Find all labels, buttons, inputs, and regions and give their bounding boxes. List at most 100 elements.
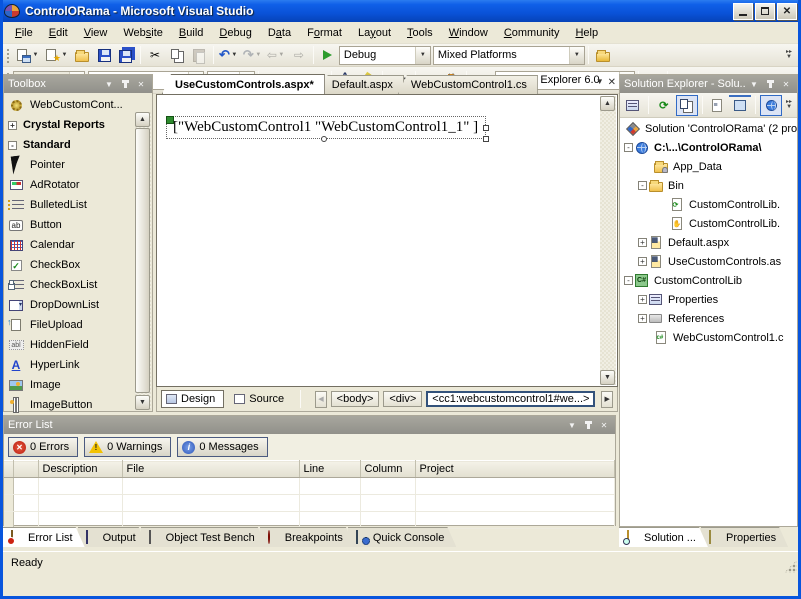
tab-webcustomcontrol1-cs[interactable]: WebCustomControl1.cs: [398, 75, 538, 94]
resize-grip[interactable]: [784, 560, 797, 573]
menu-item-website[interactable]: Website: [115, 24, 171, 42]
tab-object-test-bench[interactable]: Object Test Bench: [141, 527, 267, 547]
toolbox-group-standard[interactable]: -Standard: [4, 135, 134, 155]
toolbox-item-pointer[interactable]: Pointer: [4, 155, 134, 175]
design-view-button[interactable]: Design: [161, 390, 224, 408]
save-all-button[interactable]: [115, 45, 137, 66]
close-button[interactable]: ✕: [777, 3, 797, 20]
title-bar[interactable]: ControlORama - Microsoft Visual Studio ✕: [0, 0, 801, 22]
toolbox-item-checkbox[interactable]: ✓CheckBox: [4, 255, 134, 275]
close-icon[interactable]: ✕: [597, 419, 611, 432]
toolbox-item-fileupload[interactable]: FileUpload: [4, 315, 134, 335]
menu-item-layout[interactable]: Layout: [350, 24, 399, 42]
view-code-button[interactable]: ≡: [707, 95, 729, 116]
save-button[interactable]: [93, 45, 115, 66]
errors-filter-button[interactable]: ✕0 Errors: [8, 437, 78, 457]
maximize-button[interactable]: [755, 3, 775, 20]
add-new-item-button[interactable]: ★▼: [42, 45, 71, 66]
refresh-button[interactable]: ⟳: [653, 95, 675, 116]
cut-button[interactable]: ✂: [144, 45, 166, 66]
tag-navigator-left-icon[interactable]: ◀: [315, 391, 327, 408]
start-debugging-button[interactable]: [317, 45, 339, 66]
toolbox-group-crystal-reports[interactable]: +Crystal Reports: [4, 115, 134, 135]
toolbar-overflow-button[interactable]: ▸▸▼: [783, 50, 795, 60]
navigate-forward-button[interactable]: ⇨: [288, 45, 310, 66]
find-in-files-button[interactable]: [592, 45, 614, 66]
tree-item-references[interactable]: +References: [620, 309, 797, 328]
document-list-dropdown-icon[interactable]: ▼: [596, 77, 604, 88]
pin-icon[interactable]: [763, 78, 777, 91]
toolbox-item-webcustomcontrol[interactable]: WebCustomCont...: [4, 95, 134, 115]
line-header[interactable]: Line: [299, 461, 360, 478]
toolbar-grip[interactable]: [5, 47, 10, 62]
toolbox-caption[interactable]: Toolbox ▼ ✕: [4, 75, 152, 93]
tree-item-customcontrollib-project[interactable]: -C#CustomControlLib: [620, 271, 797, 290]
tree-item-customcontrollib-pdb[interactable]: ✋CustomControlLib.: [620, 214, 797, 233]
paste-button[interactable]: [188, 45, 210, 66]
menu-item-help[interactable]: Help: [567, 24, 606, 42]
toolbox-item-hiddenfield[interactable]: ablHiddenField: [4, 335, 134, 355]
toolbox-item-adrotator[interactable]: AdRotator: [4, 175, 134, 195]
aspnet-configuration-button[interactable]: [760, 95, 782, 116]
messages-filter-button[interactable]: i0 Messages: [177, 437, 267, 457]
toolbox-item-image[interactable]: Image: [4, 375, 134, 395]
menu-item-view[interactable]: View: [76, 24, 116, 42]
close-document-icon[interactable]: ✕: [608, 77, 616, 88]
copy-button[interactable]: [166, 45, 188, 66]
menu-item-format[interactable]: Format: [299, 24, 350, 42]
redo-button[interactable]: ↷▼: [241, 45, 265, 66]
tree-item-properties[interactable]: +Properties: [620, 290, 797, 309]
properties-pages-button[interactable]: [622, 95, 644, 116]
solution-explorer-caption[interactable]: Solution Explorer - Solu... ▼ ✕: [620, 75, 797, 93]
minimize-button[interactable]: [733, 3, 753, 20]
open-file-button[interactable]: [71, 45, 93, 66]
toolbox-item-checkboxlist[interactable]: CheckBoxList: [4, 275, 134, 295]
scroll-down-icon[interactable]: ▼: [600, 370, 615, 385]
menu-item-edit[interactable]: Edit: [41, 24, 76, 42]
resize-handle[interactable]: [483, 125, 489, 131]
design-surface[interactable]: ["WebCustomControl1 "WebCustomControl1_1…: [156, 94, 618, 387]
window-position-icon[interactable]: ▼: [102, 78, 116, 91]
tab-properties[interactable]: Properties: [701, 527, 788, 547]
menu-item-build[interactable]: Build: [171, 24, 211, 42]
tab-output[interactable]: Output: [78, 527, 148, 547]
tab-solution-explorer[interactable]: Solution ...: [619, 527, 708, 547]
webcustomcontrol-design-instance[interactable]: ["WebCustomControl1 "WebCustomControl1_1…: [166, 116, 486, 139]
tree-item-webcustomcontrol1-cs[interactable]: c#WebCustomControl1.c: [620, 328, 797, 347]
tree-item-bin[interactable]: -Bin: [620, 176, 797, 195]
tab-breakpoints[interactable]: Breakpoints: [260, 527, 355, 547]
nest-related-files-button[interactable]: [676, 95, 698, 116]
tree-item-customcontrollib-dll[interactable]: ⟳CustomControlLib.: [620, 195, 797, 214]
toolbar-overflow-button[interactable]: ▸▸▼: [783, 100, 795, 110]
navigate-back-button[interactable]: ⇦▼: [265, 45, 288, 66]
toolbox-item-hyperlink[interactable]: AHyperLink: [4, 355, 134, 375]
menu-item-data[interactable]: Data: [260, 24, 299, 42]
toolbox-item-bulletedlist[interactable]: BulletedList: [4, 195, 134, 215]
scroll-up-icon[interactable]: ▲: [135, 112, 150, 127]
error-list-grid[interactable]: Description File Line Column Project: [4, 460, 615, 525]
tab-error-list[interactable]: Error List: [3, 527, 85, 547]
tree-item-solution[interactable]: Solution 'ControlORama' (2 pro: [620, 119, 797, 138]
scroll-up-icon[interactable]: ▲: [600, 96, 615, 111]
tree-item-app-data[interactable]: App_Data: [620, 157, 797, 176]
toolbox-item-dropdownlist[interactable]: DropDownList: [4, 295, 134, 315]
tag-body-button[interactable]: <body>: [331, 391, 380, 407]
view-designer-button[interactable]: [729, 95, 751, 116]
menu-item-file[interactable]: File: [7, 24, 41, 42]
control-glyph-icon[interactable]: [166, 116, 174, 124]
menu-item-community[interactable]: Community: [496, 24, 568, 42]
tab-usecustomcontrols-aspx[interactable]: UseCustomControls.aspx*: [162, 74, 325, 94]
warnings-filter-button[interactable]: 0 Warnings: [84, 437, 171, 457]
category-header[interactable]: [13, 461, 38, 478]
resize-handle[interactable]: [321, 136, 327, 142]
close-icon[interactable]: ✕: [134, 78, 148, 91]
pin-icon[interactable]: [118, 78, 132, 91]
undo-button[interactable]: ↶▼: [217, 45, 241, 66]
tab-quick-console[interactable]: Quick Console: [348, 527, 457, 547]
tree-item-usecustomcontrols-aspx[interactable]: +▦UseCustomControls.as: [620, 252, 797, 271]
column-header[interactable]: Column: [360, 461, 415, 478]
file-header[interactable]: File: [122, 461, 299, 478]
row-selector-header[interactable]: [4, 461, 13, 478]
menu-item-tools[interactable]: Tools: [399, 24, 441, 42]
toolbox-item-calendar[interactable]: Calendar: [4, 235, 134, 255]
